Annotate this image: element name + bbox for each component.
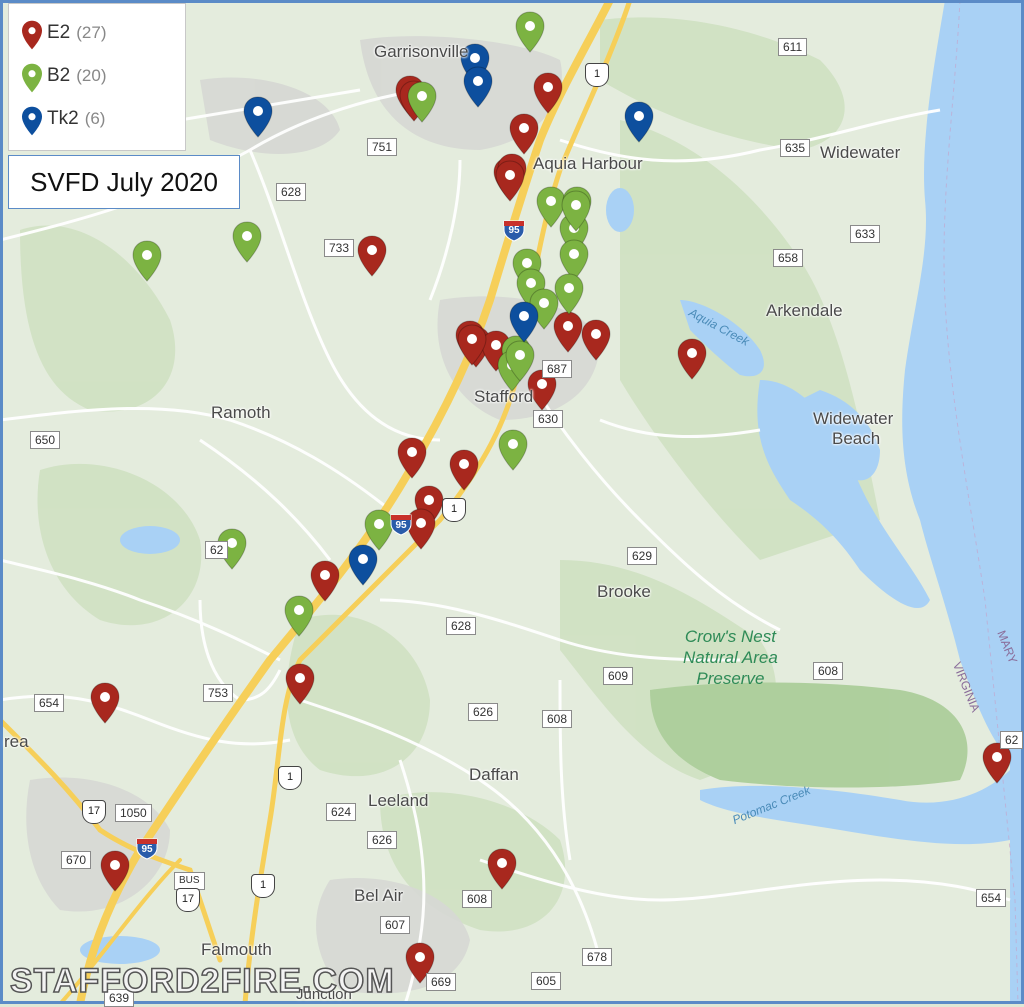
route-shield: 62 [205,541,229,559]
route-shield: 751 [367,138,398,156]
park-label-line1: Crow's Nest [684,627,776,646]
route-shield: 611 [778,38,808,56]
park-label: Crow's Nest Natural Area Preserve [683,626,778,689]
route-shield: 605 [531,972,562,990]
route-shield: 633 [850,225,881,243]
route-shield: 624 [326,803,357,821]
route-shield: 626 [468,703,499,721]
interstate-95-label: 95 [395,520,407,531]
place-bel-air: Bel Air [354,886,404,905]
place-arkendale: Arkendale [766,301,843,320]
legend-item-e2: E2 (27) [47,22,106,48]
route-shield: 608 [462,890,493,908]
us-route-shield: 1 [585,63,609,87]
route-shield: 609 [603,667,634,685]
route-shield: 628 [446,617,477,635]
park-label-line2: Natural Area [683,648,778,667]
route-shield: 1050 [115,804,152,822]
route-shield: 753 [203,684,234,702]
route-shield: 650 [30,431,61,449]
e2-marker-icon [22,20,42,50]
route-shield: 678 [582,948,613,966]
legend-count: (6) [84,109,106,128]
route-shield: 733 [324,239,355,257]
route-shield: 630 [533,410,564,428]
route-shield: 628 [276,183,307,201]
place-stafford: Stafford [474,387,534,406]
route-shield: 669 [426,973,457,991]
place-aquia-harbour: Aquia Harbour [533,154,643,173]
route-shield: 62 [1000,731,1024,749]
interstate-95-label: 95 [508,225,520,236]
interstate-95-label: 95 [141,844,153,855]
legend-item-b2: B2 (20) [47,65,106,91]
legend-count: (20) [76,66,107,85]
route-shield: 687 [542,360,573,378]
route-shield: 607 [380,916,411,934]
route-shield: 654 [34,694,65,712]
route-shield: 608 [813,662,844,680]
legend-label: Tk2 [47,108,79,129]
place-daffan: Daffan [469,765,519,784]
us-route-shield: 1 [442,498,466,522]
place-falmouth: Falmouth [201,940,272,959]
place-garrisonville: Garrisonville [374,42,469,61]
bus-route-shield: 17 [176,888,200,912]
route-shield: 658 [773,249,804,267]
place-brooke: Brooke [597,582,651,601]
place-widewater-beach-line1: Widewater [813,409,894,428]
place-rea: rea [4,732,29,751]
place-widewater-beach-line2: Beach [832,429,881,448]
legend: E2 (27) B2 (20) Tk2 (6) [8,3,186,151]
place-ramoth: Ramoth [211,403,271,422]
b2-marker-icon [22,63,42,93]
map-title: SVFD July 2020 [8,155,240,209]
place-leeland: Leeland [368,791,429,810]
route-shield: 608 [542,710,573,728]
park-label-line3: Preserve [696,669,765,688]
us-route-shield: 1 [251,874,275,898]
route-shield: 626 [367,831,398,849]
tk2-marker-icon [22,106,42,136]
legend-label: E2 [47,22,71,43]
route-shield: 654 [976,889,1007,907]
watermark: STAFFORD2FIRE.COM [9,961,395,1001]
place-widewater: Widewater [820,143,901,162]
legend-count: (27) [76,23,107,42]
us-route-shield: 1 [278,766,302,790]
us-route-shield: 17 [82,800,106,824]
legend-item-tk2: Tk2 (6) [47,108,105,134]
route-shield: 670 [61,851,92,869]
route-shield: 635 [780,139,811,157]
route-shield: 629 [627,547,658,565]
legend-label: B2 [47,65,71,86]
